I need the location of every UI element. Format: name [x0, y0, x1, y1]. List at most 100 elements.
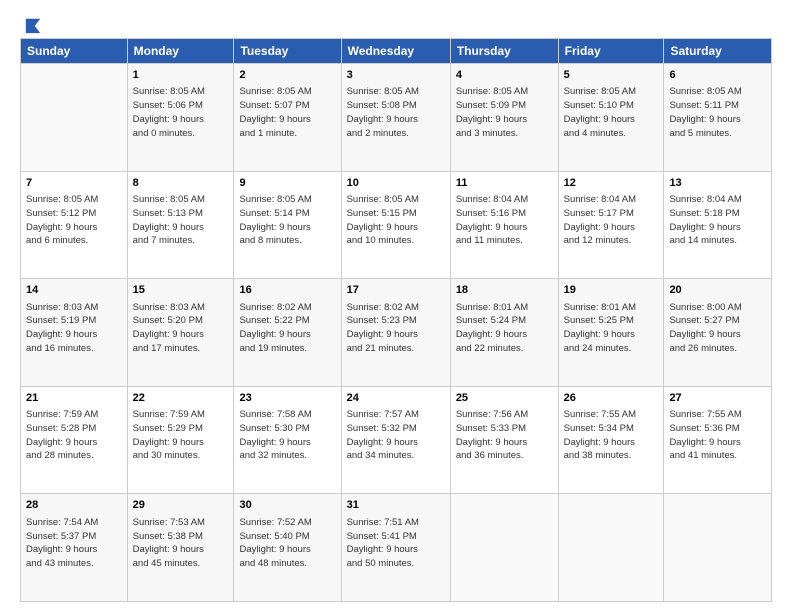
day-info: Sunrise: 8:05 AMSunset: 5:14 PMDaylight:…: [239, 193, 335, 248]
calendar-cell: 30 Sunrise: 7:52 AMSunset: 5:40 PMDayligh…: [234, 494, 341, 602]
day-info: Sunrise: 7:59 AMSunset: 5:28 PMDaylight:…: [26, 408, 122, 463]
day-info: Sunrise: 7:56 AMSunset: 5:33 PMDaylight:…: [456, 408, 553, 463]
weekday-header-monday: Monday: [127, 39, 234, 64]
calendar-cell: 21 Sunrise: 7:59 AMSunset: 5:28 PMDayligh…: [21, 386, 128, 494]
calendar-table: SundayMondayTuesdayWednesdayThursdayFrid…: [20, 38, 772, 602]
calendar-cell: [450, 494, 558, 602]
day-number: 24: [347, 391, 445, 406]
weekday-header-saturday: Saturday: [664, 39, 772, 64]
day-info: Sunrise: 8:01 AMSunset: 5:24 PMDaylight:…: [456, 301, 553, 356]
page: SundayMondayTuesdayWednesdayThursdayFrid…: [0, 0, 792, 612]
calendar-cell: 17 Sunrise: 8:02 AMSunset: 5:23 PMDayligh…: [341, 279, 450, 387]
day-info: Sunrise: 8:05 AMSunset: 5:10 PMDaylight:…: [564, 85, 659, 140]
day-info: Sunrise: 8:05 AMSunset: 5:12 PMDaylight:…: [26, 193, 122, 248]
week-row-3: 14 Sunrise: 8:03 AMSunset: 5:19 PMDayligh…: [21, 279, 772, 387]
calendar-cell: 29 Sunrise: 7:53 AMSunset: 5:38 PMDayligh…: [127, 494, 234, 602]
header: [20, 16, 772, 28]
day-number: 13: [669, 176, 766, 191]
calendar-cell: 26 Sunrise: 7:55 AMSunset: 5:34 PMDayligh…: [558, 386, 664, 494]
day-info: Sunrise: 8:03 AMSunset: 5:19 PMDaylight:…: [26, 301, 122, 356]
day-number: 7: [26, 176, 122, 191]
calendar-cell: 8 Sunrise: 8:05 AMSunset: 5:13 PMDaylight…: [127, 171, 234, 279]
calendar-cell: 5 Sunrise: 8:05 AMSunset: 5:10 PMDaylight…: [558, 64, 664, 172]
logo-flag-icon: [24, 16, 42, 34]
day-info: Sunrise: 8:01 AMSunset: 5:25 PMDaylight:…: [564, 301, 659, 356]
day-number: 10: [347, 176, 445, 191]
day-info: Sunrise: 7:58 AMSunset: 5:30 PMDaylight:…: [239, 408, 335, 463]
calendar-cell: 12 Sunrise: 8:04 AMSunset: 5:17 PMDayligh…: [558, 171, 664, 279]
day-info: Sunrise: 7:51 AMSunset: 5:41 PMDaylight:…: [347, 516, 445, 571]
calendar-cell: 20 Sunrise: 8:00 AMSunset: 5:27 PMDayligh…: [664, 279, 772, 387]
calendar-cell: 10 Sunrise: 8:05 AMSunset: 5:15 PMDayligh…: [341, 171, 450, 279]
day-number: 23: [239, 391, 335, 406]
day-info: Sunrise: 8:05 AMSunset: 5:11 PMDaylight:…: [669, 85, 766, 140]
day-info: Sunrise: 8:04 AMSunset: 5:18 PMDaylight:…: [669, 193, 766, 248]
day-number: 28: [26, 498, 122, 513]
day-number: 3: [347, 68, 445, 83]
day-number: 6: [669, 68, 766, 83]
day-number: 16: [239, 283, 335, 298]
day-number: 30: [239, 498, 335, 513]
week-row-2: 7 Sunrise: 8:05 AMSunset: 5:12 PMDaylight…: [21, 171, 772, 279]
day-number: 19: [564, 283, 659, 298]
day-number: 26: [564, 391, 659, 406]
day-info: Sunrise: 8:04 AMSunset: 5:16 PMDaylight:…: [456, 193, 553, 248]
day-number: 31: [347, 498, 445, 513]
calendar-cell: 3 Sunrise: 8:05 AMSunset: 5:08 PMDaylight…: [341, 64, 450, 172]
day-info: Sunrise: 8:05 AMSunset: 5:15 PMDaylight:…: [347, 193, 445, 248]
calendar-cell: 27Sunrise: 7:55 AMSunset: 5:36 PMDayligh…: [664, 386, 772, 494]
calendar-cell: [21, 64, 128, 172]
day-info: Sunrise: 7:59 AMSunset: 5:29 PMDaylight:…: [133, 408, 229, 463]
calendar-cell: 2 Sunrise: 8:05 AMSunset: 5:07 PMDaylight…: [234, 64, 341, 172]
logo: [20, 16, 42, 28]
day-number: 25: [456, 391, 553, 406]
calendar-cell: 23 Sunrise: 7:58 AMSunset: 5:30 PMDayligh…: [234, 386, 341, 494]
day-info: Sunrise: 8:02 AMSunset: 5:23 PMDaylight:…: [347, 301, 445, 356]
calendar-cell: 25 Sunrise: 7:56 AMSunset: 5:33 PMDayligh…: [450, 386, 558, 494]
calendar-cell: 16 Sunrise: 8:02 AMSunset: 5:22 PMDayligh…: [234, 279, 341, 387]
calendar-cell: 4 Sunrise: 8:05 AMSunset: 5:09 PMDaylight…: [450, 64, 558, 172]
week-row-5: 28Sunrise: 7:54 AMSunset: 5:37 PMDayligh…: [21, 494, 772, 602]
day-number: 8: [133, 176, 229, 191]
day-number: 21: [26, 391, 122, 406]
day-info: Sunrise: 7:55 AMSunset: 5:34 PMDaylight:…: [564, 408, 659, 463]
day-number: 1: [133, 68, 229, 83]
day-info: Sunrise: 8:00 AMSunset: 5:27 PMDaylight:…: [669, 301, 766, 356]
day-info: Sunrise: 8:04 AMSunset: 5:17 PMDaylight:…: [564, 193, 659, 248]
week-row-4: 21 Sunrise: 7:59 AMSunset: 5:28 PMDayligh…: [21, 386, 772, 494]
day-number: 29: [133, 498, 229, 513]
calendar-cell: [558, 494, 664, 602]
day-info: Sunrise: 8:05 AMSunset: 5:08 PMDaylight:…: [347, 85, 445, 140]
day-number: 17: [347, 283, 445, 298]
day-info: Sunrise: 8:03 AMSunset: 5:20 PMDaylight:…: [133, 301, 229, 356]
day-number: 12: [564, 176, 659, 191]
calendar-cell: 9Sunrise: 8:05 AMSunset: 5:14 PMDaylight…: [234, 171, 341, 279]
day-info: Sunrise: 8:05 AMSunset: 5:13 PMDaylight:…: [133, 193, 229, 248]
day-info: Sunrise: 8:02 AMSunset: 5:22 PMDaylight:…: [239, 301, 335, 356]
weekday-header-row: SundayMondayTuesdayWednesdayThursdayFrid…: [21, 39, 772, 64]
day-info: Sunrise: 7:55 AMSunset: 5:36 PMDaylight:…: [669, 408, 766, 463]
day-number: 20: [669, 283, 766, 298]
calendar-cell: 1Sunrise: 8:05 AMSunset: 5:06 PMDaylight…: [127, 64, 234, 172]
day-number: 5: [564, 68, 659, 83]
calendar-cell: [664, 494, 772, 602]
day-number: 4: [456, 68, 553, 83]
calendar-cell: 19 Sunrise: 8:01 AMSunset: 5:25 PMDayligh…: [558, 279, 664, 387]
calendar-cell: 28Sunrise: 7:54 AMSunset: 5:37 PMDayligh…: [21, 494, 128, 602]
day-info: Sunrise: 8:05 AMSunset: 5:07 PMDaylight:…: [239, 85, 335, 140]
calendar-cell: 31 Sunrise: 7:51 AMSunset: 5:41 PMDayligh…: [341, 494, 450, 602]
calendar-cell: 24Sunrise: 7:57 AMSunset: 5:32 PMDayligh…: [341, 386, 450, 494]
calendar-cell: 14 Sunrise: 8:03 AMSunset: 5:19 PMDayligh…: [21, 279, 128, 387]
day-number: 2: [239, 68, 335, 83]
weekday-header-wednesday: Wednesday: [341, 39, 450, 64]
day-info: Sunrise: 8:05 AMSunset: 5:09 PMDaylight:…: [456, 85, 553, 140]
week-row-1: 1Sunrise: 8:05 AMSunset: 5:06 PMDaylight…: [21, 64, 772, 172]
weekday-header-friday: Friday: [558, 39, 664, 64]
weekday-header-tuesday: Tuesday: [234, 39, 341, 64]
day-info: Sunrise: 7:52 AMSunset: 5:40 PMDaylight:…: [239, 516, 335, 571]
day-number: 11: [456, 176, 553, 191]
day-number: 14: [26, 283, 122, 298]
calendar-cell: 18Sunrise: 8:01 AMSunset: 5:24 PMDayligh…: [450, 279, 558, 387]
day-info: Sunrise: 7:53 AMSunset: 5:38 PMDaylight:…: [133, 516, 229, 571]
calendar-cell: 13 Sunrise: 8:04 AMSunset: 5:18 PMDayligh…: [664, 171, 772, 279]
